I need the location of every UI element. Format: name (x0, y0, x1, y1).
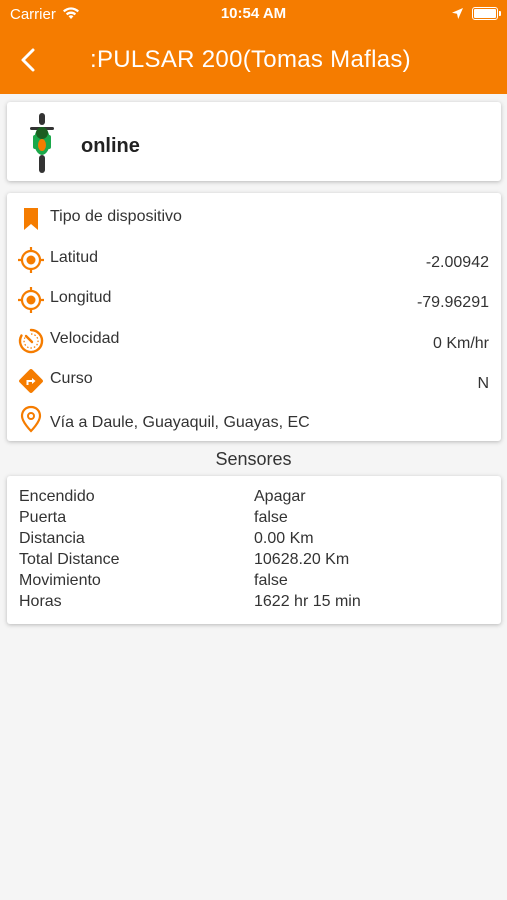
info-value: -79.96291 (416, 294, 489, 311)
map-pin-icon (20, 405, 42, 433)
sensor-row: Encendido Apagar (7, 488, 501, 509)
info-row-speed: Velocidad 0 Km/hr (7, 321, 501, 361)
status-bar: Carrier 10:54 AM (0, 0, 507, 28)
sensor-row: Total Distance 10628.20 Km (7, 551, 501, 572)
sensor-value: Apagar (254, 488, 306, 505)
info-label: Curso (50, 370, 93, 387)
back-button[interactable] (14, 44, 44, 76)
motorcycle-icon (28, 111, 56, 180)
speedometer-icon (18, 328, 44, 354)
battery-icon (472, 7, 501, 20)
info-label: Latitud (50, 249, 99, 266)
sensors-heading: Sensores (215, 449, 292, 469)
crosshair-icon (18, 247, 44, 273)
sensor-row: Distancia 0.00 Km (7, 530, 501, 551)
sensor-label: Total Distance (19, 551, 120, 568)
sensor-row: Puerta false (7, 509, 501, 530)
sensor-value: false (254, 509, 288, 526)
sensor-row: Horas 1622 hr 15 min (7, 593, 501, 614)
chevron-left-icon (21, 48, 35, 72)
sensor-label: Movimiento (19, 572, 101, 589)
bookmark-icon (24, 208, 38, 230)
info-row-address: Vía a Daule, Guayaquil, Guayas, EC (7, 401, 501, 441)
sensor-value: 1622 hr 15 min (254, 593, 361, 610)
info-row-longitude: Longitud -79.96291 (7, 280, 501, 320)
sensor-value: false (254, 572, 288, 589)
sensor-label: Horas (19, 593, 62, 610)
info-row-latitude: Latitud -2.00942 (7, 240, 501, 280)
app-header: Carrier 10:54 AM :PULSAR 200(Tomas Mafla… (0, 0, 507, 94)
device-status: online (81, 135, 140, 157)
address-text: Vía a Daule, Guayaquil, Guayas, EC (50, 414, 310, 431)
direction-icon (19, 369, 43, 393)
device-status-card: online (7, 102, 501, 181)
info-row-device-type: Tipo de dispositivo (7, 199, 501, 239)
sensor-value: 10628.20 Km (254, 551, 350, 568)
info-value: N (477, 375, 489, 392)
info-row-course: Curso N (7, 361, 501, 401)
sensor-label: Encendido (19, 488, 95, 505)
device-info-card: Tipo de dispositivo Latitud -2.00942 Lon… (7, 193, 501, 441)
clock: 10:54 AM (220, 5, 287, 22)
info-label: Longitud (50, 289, 112, 306)
sensor-row: Movimiento false (7, 572, 501, 593)
sensor-label: Distancia (19, 530, 85, 547)
info-label: Tipo de dispositivo (50, 208, 182, 225)
info-value: -2.00942 (425, 254, 489, 271)
info-value: 0 Km/hr (432, 335, 489, 352)
sensors-card: Encendido Apagar Puerta false Distancia … (7, 476, 501, 624)
crosshair-icon (18, 287, 44, 313)
sensor-value: 0.00 Km (254, 530, 314, 547)
location-arrow-icon (451, 7, 464, 25)
info-label: Velocidad (50, 330, 120, 347)
sensor-label: Puerta (19, 509, 67, 526)
page-title: :PULSAR 200(Tomas Maflas) (90, 46, 411, 73)
